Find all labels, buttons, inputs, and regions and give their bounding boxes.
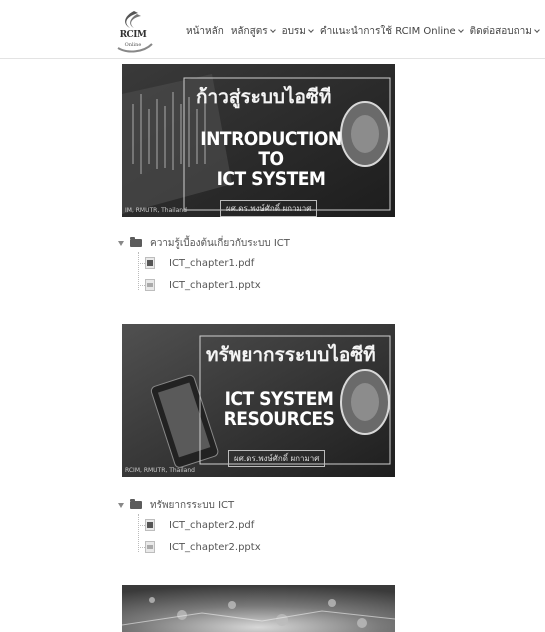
menu-label: ติดต่อสอบถาม (469, 26, 532, 37)
file-link-pdf[interactable]: ICT_chapter2.pdf (118, 514, 261, 536)
file-link-pptx[interactable]: ICT_chapter2.pptx (118, 536, 261, 558)
menu-courses[interactable]: หลักสูตร (230, 24, 276, 39)
banner-en-line1: ICT SYSTEM (224, 388, 334, 410)
main-menu: หน้าหลัก หลักสูตร อบรม คำแนะนำการใช้ RCI… (186, 24, 545, 39)
folder-label: ทรัพยากรระบบ ICT (150, 499, 235, 511)
folder-row[interactable]: ทรัพยากรระบบ ICT (118, 496, 261, 514)
expand-toggle-icon[interactable] (118, 502, 124, 508)
banner-background (122, 585, 395, 632)
banner-en-line2: ICT SYSTEM (216, 167, 326, 190)
chevron-down-icon (269, 27, 276, 33)
file-link-pdf[interactable]: ICT_chapter1.pdf (118, 252, 290, 274)
logo-text: RCIM (119, 30, 147, 40)
menu-label: คำแนะนำการใช้ RCIM Online (319, 26, 456, 37)
file-name: ICT_chapter1.pptx (169, 279, 261, 291)
course-banner-chapter2: ทรัพยากรระบบไอซีที ICT SYSTEM RESOURCES … (122, 324, 395, 477)
tree-connector (138, 263, 145, 264)
course-banner-chapter1: ก้าวสู่ระบบไอซีที INTRODUCTION TO ICT SY… (122, 64, 395, 217)
chevron-down-icon (308, 27, 314, 33)
file-name: ICT_chapter2.pptx (169, 541, 261, 553)
tree-connector (138, 285, 145, 286)
menu-label: หลักสูตร (230, 26, 268, 37)
menu-label: หน้าหลัก (186, 26, 224, 37)
folder-icon (130, 499, 142, 509)
pptx-file-icon (145, 279, 155, 291)
top-navbar: RCIM Online หน้าหลัก หลักสูตร อบรม คำแนะ… (0, 0, 545, 58)
pdf-file-icon (145, 519, 155, 531)
banner-watermark: RCIM, RMUTR, Thailand (125, 467, 195, 474)
folder-label: ความรู้เบื้องต้นเกี่ยวกับระบบ ICT (150, 237, 290, 249)
rcim-logo[interactable]: RCIM Online (110, 8, 156, 54)
logo-subtext: Online (124, 42, 142, 48)
menu-contact[interactable]: ติดต่อสอบถาม (469, 24, 540, 39)
folder-row[interactable]: ความรู้เบื้องต้นเกี่ยวกับระบบ ICT (118, 234, 290, 252)
banner-en-title: ICT SYSTEM RESOURCES (214, 388, 344, 430)
folder-tree-chapter1: ความรู้เบื้องต้นเกี่ยวกับระบบ ICT ICT_ch… (118, 234, 290, 296)
file-name: ICT_chapter2.pdf (169, 519, 255, 531)
nav-divider (0, 58, 545, 59)
banner-en-line1: INTRODUCTION TO (200, 128, 342, 170)
chevron-down-icon (457, 27, 464, 33)
banner-en-line2: RESOURCES (223, 407, 335, 430)
banner-thai-title: ก้าวสู่ระบบไอซีที (196, 86, 332, 108)
banner-watermark: IM, RMUTR, Thailand (125, 207, 187, 214)
banner-thai-title: ทรัพยากรระบบไอซีที (206, 344, 376, 366)
tree-connector (138, 525, 145, 526)
folder-tree-chapter2: ทรัพยากรระบบ ICT ICT_chapter2.pdf ICT_ch… (118, 496, 261, 558)
banner-en-title: INTRODUCTION TO ICT SYSTEM (186, 128, 356, 190)
file-name: ICT_chapter1.pdf (169, 257, 255, 269)
folder-icon (130, 237, 142, 247)
file-link-pptx[interactable]: ICT_chapter1.pptx (118, 274, 290, 296)
course-banner-chapter3 (122, 585, 395, 632)
tree-connector (138, 547, 145, 548)
menu-label: อบรม (281, 26, 306, 37)
menu-guide[interactable]: คำแนะนำการใช้ RCIM Online (319, 24, 464, 39)
menu-home[interactable]: หน้าหลัก (186, 24, 224, 39)
banner-author: ผศ.ดร.พงษ์ศักดิ์ ผกามาศ (228, 450, 326, 467)
pdf-file-icon (145, 257, 155, 269)
expand-toggle-icon[interactable] (118, 240, 124, 246)
chevron-down-icon (534, 27, 540, 33)
pptx-file-icon (145, 541, 155, 553)
banner-author: ผศ.ดร.พงษ์ศักดิ์ ผกามาศ (220, 200, 318, 217)
menu-training[interactable]: อบรม (281, 24, 314, 39)
